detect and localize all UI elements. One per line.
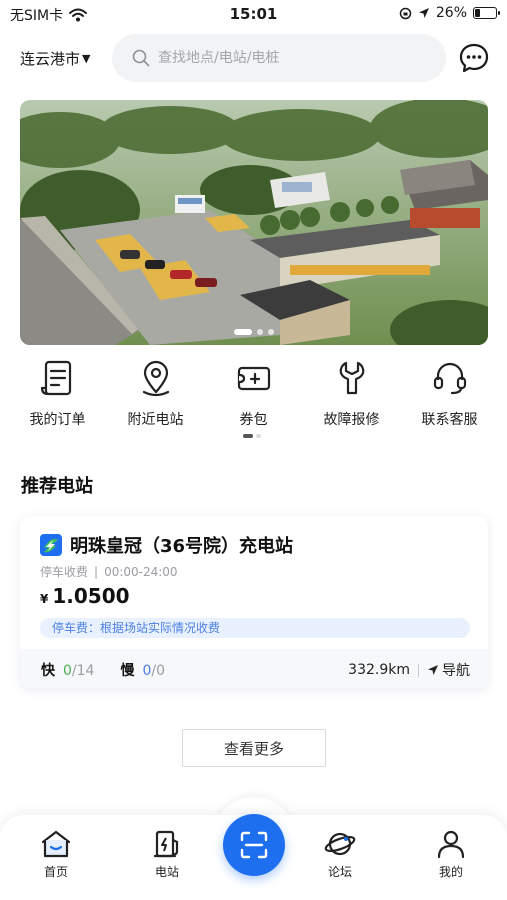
slow-chargers: 慢 0/0 bbox=[120, 660, 165, 680]
fast-chargers: 快 0/14 bbox=[41, 660, 94, 680]
caret-down-icon: ▼ bbox=[82, 52, 91, 65]
user-icon bbox=[437, 830, 465, 859]
fast-total-count: /14 bbox=[71, 663, 95, 679]
quick-item-support[interactable]: 联系客服 bbox=[402, 358, 497, 429]
fast-free-count: 0 bbox=[63, 663, 72, 679]
page-dot bbox=[256, 434, 261, 438]
tab-label: 电站 bbox=[154, 865, 179, 879]
charging-station-icon bbox=[153, 830, 179, 858]
battery-level bbox=[475, 9, 480, 17]
slow-label: 慢 bbox=[120, 663, 135, 679]
charger-availability: 快 0/14 慢 0/0 bbox=[41, 660, 165, 680]
station-price: ¥ 1.0500 bbox=[40, 584, 130, 608]
fast-label: 快 bbox=[41, 663, 55, 679]
tab-stations[interactable]: 电站 bbox=[132, 829, 202, 880]
header: 连云港市 ▼ bbox=[0, 30, 507, 86]
parking-text: 停车收费 bbox=[40, 565, 89, 579]
status-bar: 无SIM卡 15:01 26% bbox=[0, 0, 507, 28]
station-header: 明珠皇冠（36号院）充电站 bbox=[40, 532, 293, 558]
battery-icon bbox=[473, 7, 500, 19]
quick-item-repair[interactable]: 故障报修 bbox=[304, 358, 399, 429]
navigation-arrow-icon bbox=[428, 665, 438, 675]
wrench-icon bbox=[339, 361, 364, 395]
search-input[interactable] bbox=[158, 50, 418, 66]
view-more-button[interactable]: 查看更多 bbox=[182, 729, 326, 767]
tab-label: 首页 bbox=[43, 865, 68, 879]
city-name: 连云港市 bbox=[20, 50, 81, 68]
opening-hours: 00:00-24:00 bbox=[104, 565, 178, 579]
station-card[interactable]: 明珠皇冠（36号院）充电站 停车收费 | 00:00-24:00 ¥ 1.0500 … bbox=[20, 516, 488, 688]
order-list-icon bbox=[40, 360, 71, 396]
coupon-wallet-icon bbox=[237, 366, 270, 391]
quick-item-coupons[interactable]: 券包 bbox=[206, 358, 301, 429]
brand-logo-icon bbox=[40, 534, 62, 556]
chat-bubble-icon[interactable] bbox=[458, 42, 490, 74]
search-bar[interactable] bbox=[112, 34, 446, 82]
banner-image bbox=[20, 100, 488, 345]
status-right: 26% bbox=[399, 5, 500, 21]
station-hours: 停车收费 | 00:00-24:00 bbox=[40, 563, 178, 580]
search-icon bbox=[132, 49, 150, 67]
parking-fee-note: 停车费：根据场站实际情况收费 bbox=[40, 618, 470, 638]
banner-dot bbox=[268, 329, 274, 335]
tab-forum[interactable]: 论坛 bbox=[305, 829, 375, 880]
station-footer: 快 0/14 慢 0/0 332.9km 导航 bbox=[20, 649, 488, 688]
quick-label: 券包 bbox=[239, 412, 268, 428]
banner-pagination bbox=[20, 329, 488, 335]
home-icon bbox=[41, 830, 71, 858]
distance-text: 332.9km bbox=[348, 662, 410, 678]
promo-banner[interactable] bbox=[20, 100, 488, 345]
banner-dot bbox=[234, 329, 252, 335]
section-title: 推荐电站 bbox=[21, 476, 93, 497]
battery-percent: 26% bbox=[435, 5, 467, 21]
quick-menu-pagination bbox=[243, 434, 261, 438]
city-selector[interactable]: 连云港市 ▼ bbox=[20, 48, 90, 69]
headset-icon bbox=[433, 362, 466, 395]
tab-label: 论坛 bbox=[327, 865, 352, 879]
navigate-button[interactable]: 导航 bbox=[427, 660, 470, 680]
page-dot bbox=[243, 434, 253, 438]
distance-nav: 332.9km 导航 bbox=[348, 660, 470, 680]
quick-label: 故障报修 bbox=[323, 412, 380, 428]
quick-label: 附近电站 bbox=[127, 412, 184, 428]
divider bbox=[418, 663, 419, 677]
currency-symbol: ¥ bbox=[40, 592, 49, 606]
quick-item-nearby[interactable]: 附近电站 bbox=[108, 358, 203, 429]
slow-total-count: /0 bbox=[151, 663, 165, 679]
price-value: 1.0500 bbox=[52, 584, 130, 608]
tab-label: 我的 bbox=[438, 865, 463, 879]
location-arrow-icon bbox=[418, 8, 429, 18]
banner-dot bbox=[257, 329, 263, 335]
lock-rotation-icon bbox=[399, 7, 412, 19]
scan-icon bbox=[240, 831, 268, 859]
quick-label: 我的订单 bbox=[29, 412, 86, 428]
tab-home[interactable]: 首页 bbox=[21, 829, 91, 880]
quick-item-orders[interactable]: 我的订单 bbox=[10, 358, 105, 429]
divider: | bbox=[94, 565, 99, 579]
planet-icon bbox=[324, 832, 356, 856]
scan-button[interactable] bbox=[223, 814, 285, 876]
quick-menu: 我的订单 附近电站 券包 故障报修 联系客服 bbox=[10, 358, 497, 429]
navigate-label: 导航 bbox=[442, 663, 470, 679]
station-name: 明珠皇冠（36号院）充电站 bbox=[70, 536, 294, 557]
quick-label: 联系客服 bbox=[421, 412, 478, 428]
tab-mine[interactable]: 我的 bbox=[416, 829, 486, 880]
map-pin-icon bbox=[142, 360, 169, 397]
